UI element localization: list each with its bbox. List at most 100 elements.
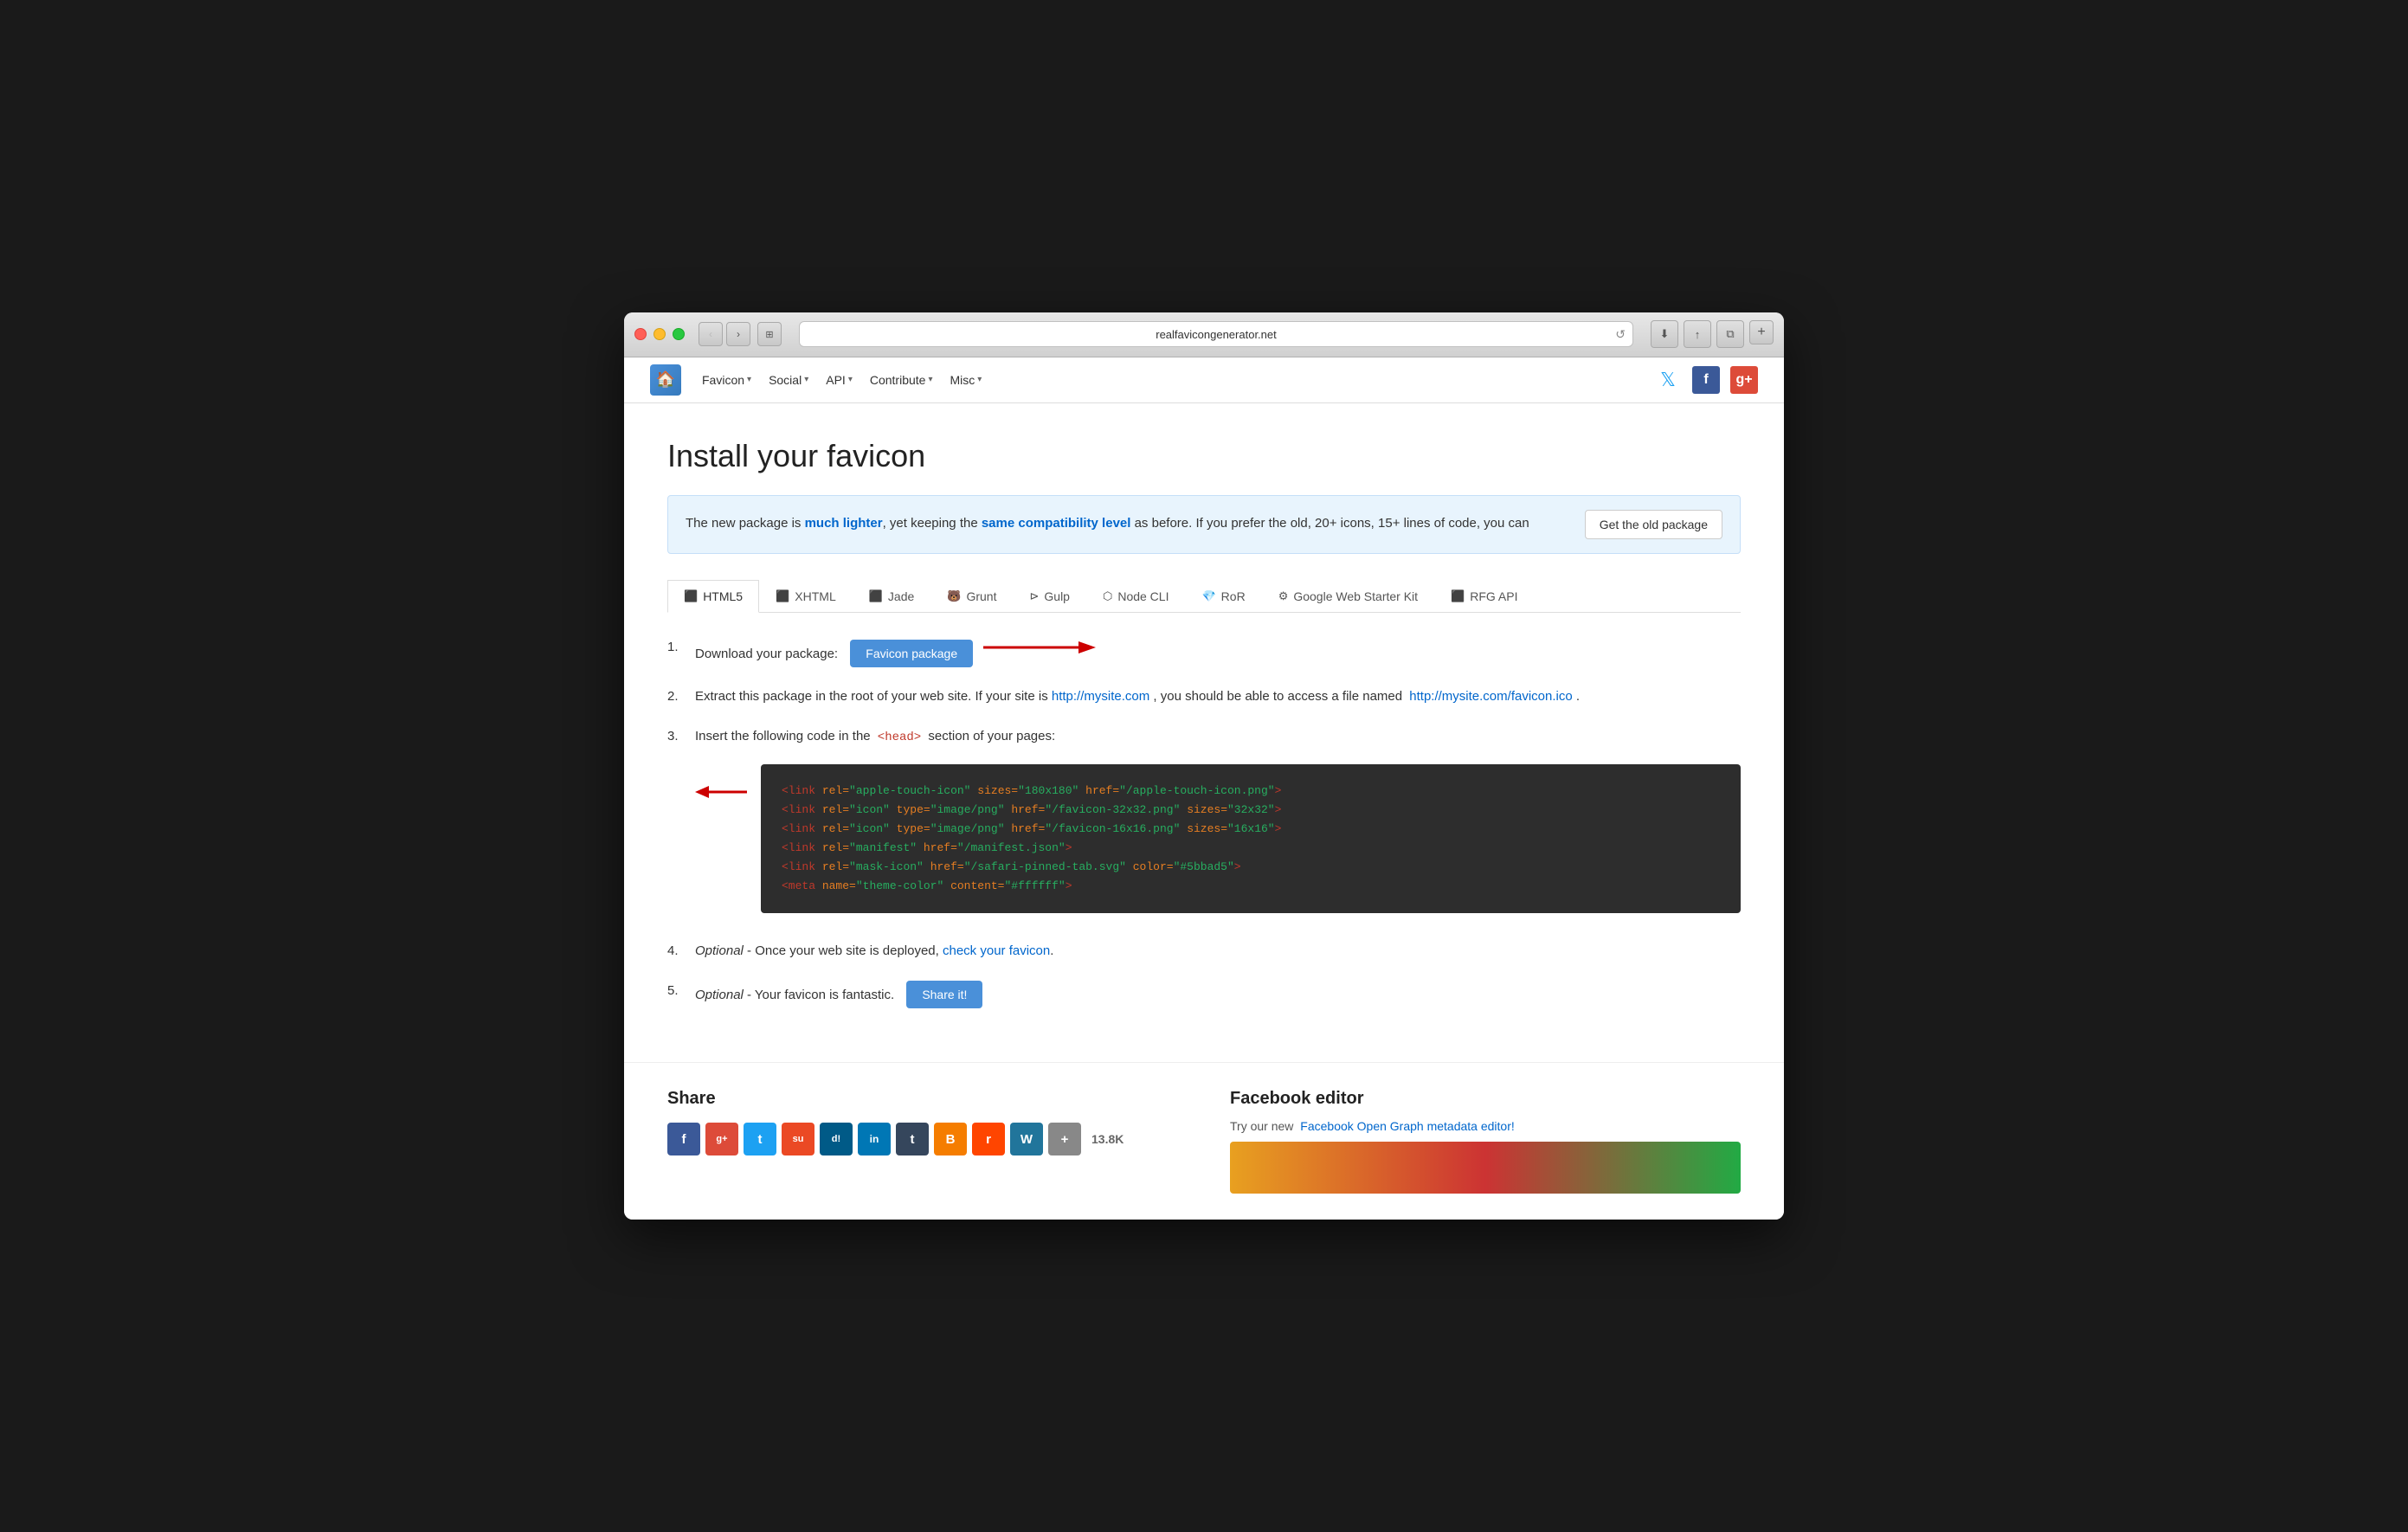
tab-node-cli[interactable]: ⬡ Node CLI — [1086, 580, 1186, 612]
share-stumbleupon-icon[interactable]: su — [782, 1123, 814, 1155]
share-count: 13.8K — [1091, 1132, 1124, 1146]
gplus-social-icon[interactable]: g+ — [1730, 366, 1758, 394]
banner-text: The new package is much lighter, yet kee… — [686, 514, 1574, 534]
banner-bold1: much lighter — [805, 516, 883, 531]
main-content: Install your favicon The new package is … — [624, 403, 1784, 1063]
share-plus-icon[interactable]: + — [1048, 1123, 1081, 1155]
step-2: 2. Extract this package in the root of y… — [667, 686, 1741, 707]
xhtml-tab-icon: ⬛ — [776, 589, 789, 603]
nav-menu: Favicon ▾ Social ▾ API ▾ Contribute ▾ Mi… — [702, 373, 982, 387]
banner-text-after-bold1: , yet keeping the — [883, 516, 982, 531]
share-gplus-icon[interactable]: g+ — [705, 1123, 738, 1155]
ror-tab-icon: 💎 — [1201, 589, 1215, 603]
twitter-social-icon[interactable]: 𝕏 — [1654, 366, 1682, 394]
tab-rfg-api[interactable]: ⬛ RFG API — [1434, 580, 1534, 612]
logo-icon[interactable]: 🏠 — [650, 364, 681, 396]
reader-button[interactable]: ⊞ — [757, 322, 782, 346]
title-bar-right: ⬇ ↑ ⧉ + — [1651, 320, 1774, 348]
tab-html5[interactable]: ⬛ HTML5 — [667, 580, 759, 613]
fb-thumbnail — [1230, 1142, 1741, 1194]
nav-buttons: ‹ › ⊞ — [699, 322, 782, 346]
fb-editor-link[interactable]: Facebook Open Graph metadata editor! — [1300, 1119, 1514, 1133]
share-icons: f g+ t su d! in t B r W + 13.8K — [667, 1123, 1178, 1155]
tab-jade[interactable]: ⬛ Jade — [853, 580, 931, 612]
step-5-italic: Optional — [695, 988, 744, 1002]
reload-button[interactable]: ↺ — [1615, 327, 1626, 342]
nav-item-favicon[interactable]: Favicon ▾ — [702, 373, 751, 387]
share-digg-icon[interactable]: d! — [820, 1123, 853, 1155]
share-button[interactable]: ↑ — [1684, 320, 1711, 348]
step-4-text-after: . — [1050, 943, 1053, 958]
social-dropdown-arrow: ▾ — [804, 375, 808, 384]
code-line-5: <link rel="mask-icon" href="/safari-pinn… — [782, 858, 1720, 877]
code-line-2: <link rel="icon" type="image/png" href="… — [782, 801, 1720, 820]
code-block: <link rel="apple-touch-icon" sizes="180x… — [761, 764, 1741, 914]
step-3-num: 3. — [667, 726, 685, 747]
close-button[interactable] — [634, 328, 647, 340]
step-4-text: - Once your web site is deployed, — [744, 943, 939, 958]
step-5-text: - Your favicon is fantastic. — [744, 988, 894, 1002]
share-it-button[interactable]: Share it! — [906, 981, 982, 1008]
code-line-1: <link rel="apple-touch-icon" sizes="180x… — [782, 782, 1720, 801]
step-3-code-block-container: <link rel="apple-touch-icon" sizes="180x… — [695, 756, 1741, 923]
step-2-link2[interactable]: http://mysite.com/favicon.ico — [1409, 689, 1572, 704]
tab-ror[interactable]: 💎 RoR — [1185, 580, 1261, 612]
fullscreen-button[interactable] — [673, 328, 685, 340]
code-line-4: <link rel="manifest" href="/manifest.jso… — [782, 839, 1720, 858]
forward-button[interactable]: › — [726, 322, 750, 346]
share-facebook-icon[interactable]: f — [667, 1123, 700, 1155]
step-1-text: Download your package: — [695, 647, 838, 661]
old-package-button[interactable]: Get the old package — [1585, 510, 1722, 539]
share-blogger-icon[interactable]: B — [934, 1123, 967, 1155]
step-3-arrow-container — [695, 782, 747, 802]
step-5: 5. Optional - Your favicon is fantastic.… — [667, 981, 1741, 1008]
step-2-link1[interactable]: http://mysite.com — [1052, 689, 1149, 704]
favicon-package-button[interactable]: Favicon package — [850, 640, 973, 667]
step-4-link[interactable]: check your favicon — [943, 943, 1050, 958]
fb-editor-text: Try our new Facebook Open Graph metadata… — [1230, 1119, 1741, 1133]
step-3-header: Insert the following code in the <head> … — [695, 726, 1741, 747]
step-3-content: Insert the following code in the <head> … — [695, 726, 1741, 923]
share-twitter-icon[interactable]: t — [744, 1123, 776, 1155]
new-tab-button[interactable]: ⧉ — [1716, 320, 1744, 348]
share-left: Share f g+ t su d! in t B r W + 13.8K — [667, 1089, 1178, 1194]
tab-xhtml[interactable]: ⬛ XHTML — [759, 580, 853, 612]
share-wordpress-icon[interactable]: W — [1010, 1123, 1043, 1155]
nav-item-api[interactable]: API ▾ — [826, 373, 853, 387]
step-5-content: Optional - Your favicon is fantastic. Sh… — [695, 981, 1741, 1008]
traffic-lights — [634, 328, 685, 340]
step-4-content: Optional - Once your web site is deploye… — [695, 941, 1741, 962]
browser-window: ‹ › ⊞ realfavicongenerator.net ↺ ⬇ ↑ ⧉ +… — [624, 312, 1784, 1220]
html5-tab-icon: ⬛ — [684, 589, 698, 603]
step-2-text2: , you should be able to access a file na… — [1153, 689, 1402, 704]
step-3-code-inline: <head> — [878, 731, 921, 744]
tab-gulp[interactable]: ⊳ Gulp — [1013, 580, 1085, 612]
nav-item-misc[interactable]: Misc ▾ — [950, 373, 982, 387]
tabs: ⬛ HTML5 ⬛ XHTML ⬛ Jade 🐻 Grunt ⊳ Gulp ⬡ … — [667, 580, 1741, 613]
add-tab-button[interactable]: + — [1749, 320, 1774, 344]
steps-list: 1. Download your package: Favicon packag… — [667, 637, 1741, 1009]
favicon-dropdown-arrow: ▾ — [747, 375, 751, 384]
share-title: Share — [667, 1089, 1178, 1109]
facebook-social-icon[interactable]: f — [1692, 366, 1720, 394]
nav-item-contribute[interactable]: Contribute ▾ — [870, 373, 933, 387]
share-section: Share f g+ t su d! in t B r W + 13.8K Fa… — [624, 1062, 1784, 1220]
address-bar[interactable]: realfavicongenerator.net ↺ — [799, 321, 1633, 347]
node-tab-icon: ⬡ — [1103, 589, 1112, 603]
gulp-tab-icon: ⊳ — [1029, 589, 1039, 603]
tab-gwsk[interactable]: ⚙ Google Web Starter Kit — [1262, 580, 1434, 612]
gwsk-tab-icon: ⚙ — [1278, 589, 1289, 603]
back-button[interactable]: ‹ — [699, 322, 723, 346]
url-text: realfavicongenerator.net — [1156, 328, 1276, 341]
minimize-button[interactable] — [654, 328, 666, 340]
nav-item-social[interactable]: Social ▾ — [769, 373, 808, 387]
download-button[interactable]: ⬇ — [1651, 320, 1678, 348]
share-tumblr-icon[interactable]: t — [896, 1123, 929, 1155]
share-reddit-icon[interactable]: r — [972, 1123, 1005, 1155]
share-linkedin-icon[interactable]: in — [858, 1123, 891, 1155]
step-2-num: 2. — [667, 686, 685, 707]
tab-grunt[interactable]: 🐻 Grunt — [930, 580, 1013, 612]
contribute-dropdown-arrow: ▾ — [928, 375, 932, 384]
navbar: 🏠 Favicon ▾ Social ▾ API ▾ Contribute ▾ — [624, 357, 1784, 403]
fb-editor-text-content: Try our new — [1230, 1119, 1293, 1133]
